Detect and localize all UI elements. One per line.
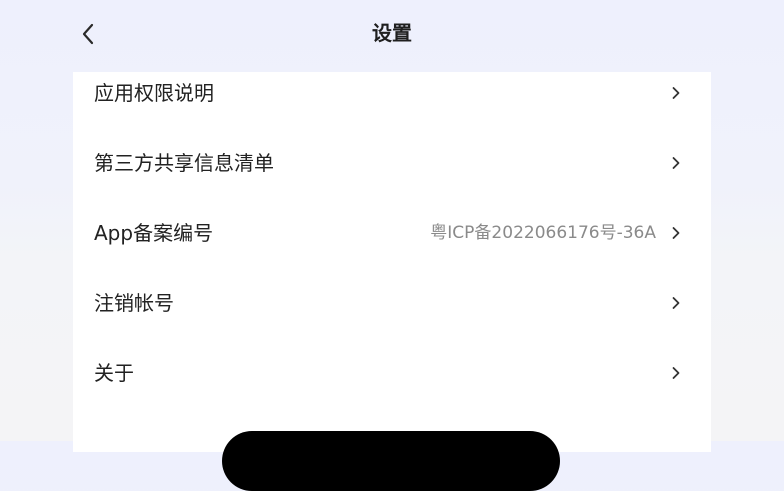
settings-item-about[interactable]: 关于 xyxy=(73,338,711,408)
settings-list: 应用权限说明 第三方共享信息清单 App备案编号 粤ICP备2022066176… xyxy=(73,72,711,452)
settings-item-label: 关于 xyxy=(94,361,134,385)
settings-item-label: 应用权限说明 xyxy=(94,81,214,105)
settings-item-value: 粤ICP备2022066176号-36A xyxy=(430,223,656,243)
settings-item-app-permissions[interactable]: 应用权限说明 xyxy=(73,58,711,128)
chevron-right-icon xyxy=(671,366,681,380)
chevron-right-icon xyxy=(671,296,681,310)
page-title: 设置 xyxy=(372,21,412,45)
settings-item-label: 注销帐号 xyxy=(94,291,174,315)
settings-item-app-filing-number[interactable]: App备案编号 粤ICP备2022066176号-36A xyxy=(73,198,711,268)
settings-item-third-party-sharing[interactable]: 第三方共享信息清单 xyxy=(73,128,711,198)
chevron-right-icon xyxy=(671,86,681,100)
chevron-right-icon xyxy=(671,226,681,240)
settings-item-delete-account[interactable]: 注销帐号 xyxy=(73,268,711,338)
bottom-action-button[interactable] xyxy=(222,431,560,491)
settings-item-label: App备案编号 xyxy=(94,221,214,245)
chevron-right-icon xyxy=(671,156,681,170)
settings-item-label: 第三方共享信息清单 xyxy=(94,151,274,175)
